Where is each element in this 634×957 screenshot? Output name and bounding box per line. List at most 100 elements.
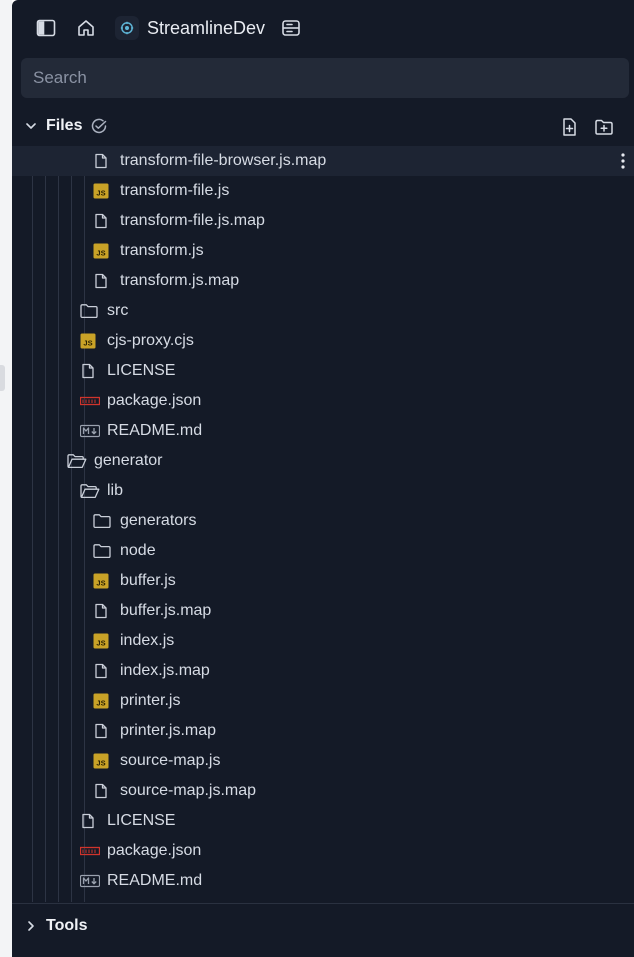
- tree-item-label: printer.js: [120, 692, 181, 709]
- window-edge: [0, 0, 12, 957]
- tree-item-label: generator: [94, 452, 163, 469]
- tree-item[interactable]: JS transform.js: [12, 236, 634, 266]
- tree-item[interactable]: node: [12, 536, 634, 566]
- svg-text:JS: JS: [83, 339, 92, 348]
- server-icon[interactable]: [279, 16, 303, 40]
- tree-item-label: printer.js.map: [120, 722, 217, 739]
- folder-icon: [80, 303, 98, 319]
- folder-open-icon: [80, 483, 100, 499]
- tree-item[interactable]: transform.js.map: [12, 266, 634, 296]
- tree-item-label: LICENSE: [107, 362, 176, 379]
- tree-item[interactable]: generators: [12, 506, 634, 536]
- npm-icon: [79, 843, 101, 859]
- tree-item[interactable]: README.md: [12, 866, 634, 896]
- svg-text:JS: JS: [96, 759, 105, 768]
- tree-item[interactable]: package.json: [12, 386, 634, 416]
- tree-item[interactable]: JS transform-file.js: [12, 176, 634, 206]
- markdown-icon: [79, 423, 101, 439]
- tree-item[interactable]: JS buffer.js: [12, 566, 634, 596]
- sidebar-toggle-icon[interactable]: [34, 16, 58, 40]
- search-input[interactable]: [31, 67, 619, 89]
- tools-section-title: Tools: [46, 917, 88, 934]
- tree-item[interactable]: lib: [12, 476, 634, 506]
- js-file-icon: JS: [93, 573, 111, 589]
- chevron-right-icon: [24, 919, 38, 933]
- tree-item[interactable]: buffer.js.map: [12, 596, 634, 626]
- tree-item-label: transform.js.map: [120, 272, 240, 289]
- new-folder-icon[interactable]: [594, 117, 614, 137]
- tree-item[interactable]: generator: [12, 446, 634, 476]
- svg-text:JS: JS: [96, 189, 105, 198]
- sync-check-icon: [90, 117, 108, 135]
- home-icon[interactable]: [74, 16, 98, 40]
- tree-item-label: source-map.js: [120, 752, 221, 769]
- tree-item-label: README.md: [107, 872, 203, 889]
- file-icon: [93, 153, 111, 169]
- tree-item[interactable]: LICENSE: [12, 356, 634, 386]
- tree-item-label: package.json: [107, 842, 202, 859]
- chevron-down-icon: [24, 119, 38, 133]
- npm-icon: [79, 393, 101, 409]
- tree-item[interactable]: LICENSE: [12, 806, 634, 836]
- tree-item[interactable]: package.json: [12, 836, 634, 866]
- folder-icon: [93, 543, 111, 559]
- tree-item[interactable]: printer.js.map: [12, 716, 634, 746]
- svg-text:JS: JS: [96, 699, 105, 708]
- tree-item[interactable]: src: [12, 296, 634, 326]
- file-icon: [93, 273, 111, 289]
- new-file-icon[interactable]: [559, 117, 579, 137]
- svg-text:JS: JS: [96, 639, 105, 648]
- tree-item-label: lib: [107, 482, 124, 499]
- tree-item-label: transform.js: [120, 242, 204, 259]
- folder-icon: [93, 513, 111, 529]
- js-file-icon: JS: [93, 693, 111, 709]
- js-file-icon: JS: [80, 333, 98, 349]
- tree-item[interactable]: index.js.map: [12, 656, 634, 686]
- workspace-switcher[interactable]: StreamlineDev: [115, 15, 265, 41]
- sidebar-panel: StreamlineDev Files transform-file-brows…: [12, 0, 634, 957]
- tree-item-label: buffer.js: [120, 572, 176, 589]
- tree-item-label: buffer.js.map: [120, 602, 212, 619]
- workspace-logo-icon: [115, 16, 139, 40]
- svg-text:JS: JS: [96, 249, 105, 258]
- js-file-icon: JS: [93, 633, 111, 649]
- js-file-icon: JS: [93, 753, 111, 769]
- file-icon: [93, 783, 111, 799]
- tree-item-label: README.md: [107, 422, 203, 439]
- file-tree: transform-file-browser.js.map JS transform…: [12, 146, 634, 902]
- file-icon: [80, 813, 98, 829]
- js-file-icon: JS: [93, 183, 111, 199]
- resize-handle[interactable]: [0, 365, 5, 391]
- tree-item-label: node: [120, 542, 156, 559]
- tree-item-label: transform-file.js: [120, 182, 230, 199]
- tree-item[interactable]: source-map.js.map: [12, 776, 634, 806]
- tree-item-label: index.js: [120, 632, 175, 649]
- section-divider: [12, 903, 634, 904]
- tree-item-label: transform-file.js.map: [120, 212, 265, 229]
- files-section-title: Files: [46, 117, 83, 134]
- tree-item[interactable]: README.md: [12, 416, 634, 446]
- tree-item-label: cjs-proxy.cjs: [107, 332, 194, 349]
- tree-item[interactable]: JS printer.js: [12, 686, 634, 716]
- tree-item-label: package.json: [107, 392, 202, 409]
- tree-item[interactable]: JS index.js: [12, 626, 634, 656]
- file-icon: [93, 723, 111, 739]
- files-section-header[interactable]: Files: [12, 109, 634, 143]
- tree-item-label: index.js.map: [120, 662, 210, 679]
- tree-item[interactable]: JS cjs-proxy.cjs: [12, 326, 634, 356]
- more-options-icon[interactable]: [620, 151, 626, 171]
- tree-item[interactable]: transform-file-browser.js.map: [12, 146, 634, 176]
- svg-text:JS: JS: [96, 579, 105, 588]
- tree-item[interactable]: transform-file.js.map: [12, 206, 634, 236]
- search-box[interactable]: [21, 58, 629, 98]
- tree-item-label: LICENSE: [107, 812, 176, 829]
- workspace-name: StreamlineDev: [147, 17, 266, 38]
- tree-item-label: src: [107, 302, 129, 319]
- tree-item[interactable]: JS source-map.js: [12, 746, 634, 776]
- file-icon: [93, 663, 111, 679]
- js-file-icon: JS: [93, 243, 111, 259]
- tree-item-label: transform-file-browser.js.map: [120, 152, 327, 169]
- tools-section-header[interactable]: Tools: [12, 909, 634, 943]
- file-icon: [80, 363, 98, 379]
- tree-item-label: source-map.js.map: [120, 782, 257, 799]
